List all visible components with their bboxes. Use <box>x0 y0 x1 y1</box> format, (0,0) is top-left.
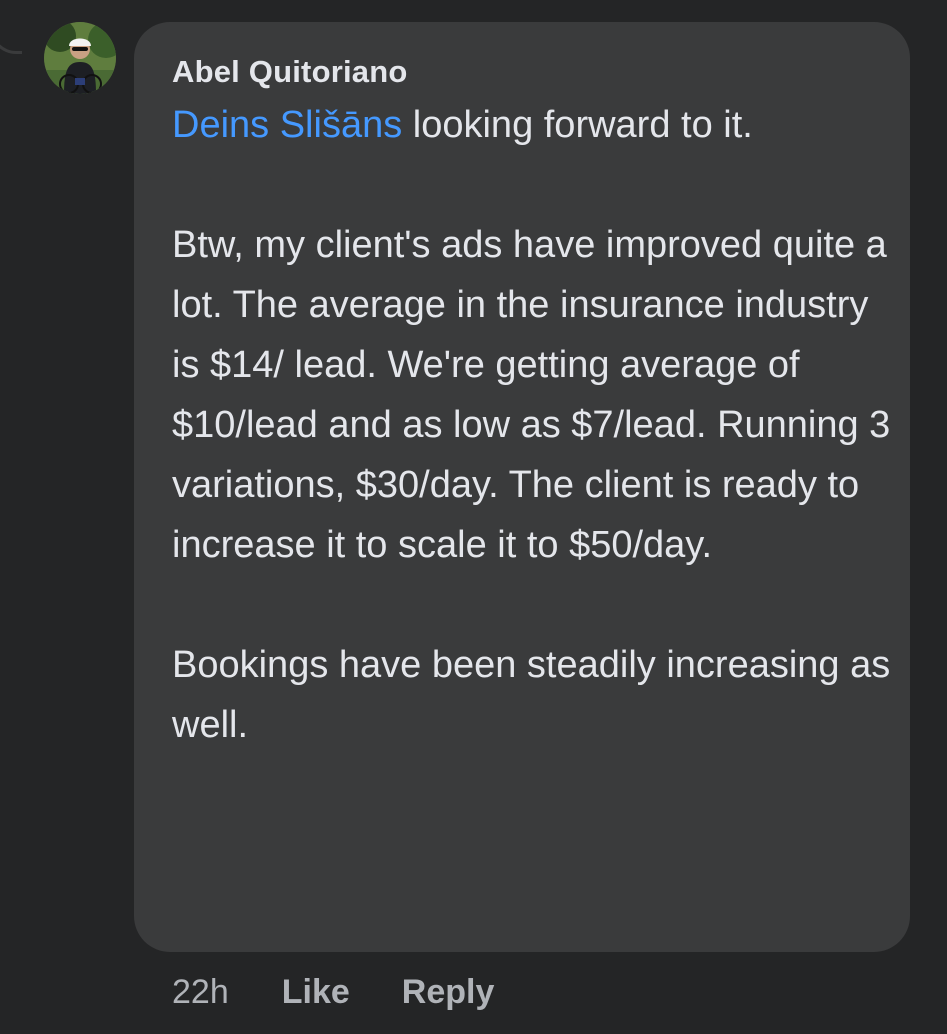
comment-paragraph-1-text: looking forward to it. <box>402 104 753 146</box>
mention-link[interactable]: Deins Slišāns <box>172 104 402 146</box>
reply-button[interactable]: Reply <box>402 973 495 1012</box>
comment-bubble: Abel Quitoriano Deins Slišāns looking fo… <box>134 22 910 952</box>
comment-paragraph-1: Deins Slišāns looking forward to it. <box>172 95 892 155</box>
comment-author[interactable]: Abel Quitoriano <box>172 50 880 94</box>
comment-thread: Abel Quitoriano Deins Slišāns looking fo… <box>0 0 947 1034</box>
thread-connector-line <box>0 18 22 54</box>
avatar[interactable] <box>44 22 116 94</box>
comment-paragraph-3: Bookings have been steadily increasing a… <box>172 644 891 746</box>
comment-actions: 22h Like Reply <box>172 966 546 1018</box>
like-button[interactable]: Like <box>282 973 350 1012</box>
comment-timestamp[interactable]: 22h <box>172 973 229 1012</box>
comment-paragraph-2: Btw, my client's ads have improved quite… <box>172 224 891 566</box>
comment-text: Deins Slišāns looking forward to it. Btw… <box>172 95 892 755</box>
cyclist-avatar-icon <box>44 22 116 94</box>
